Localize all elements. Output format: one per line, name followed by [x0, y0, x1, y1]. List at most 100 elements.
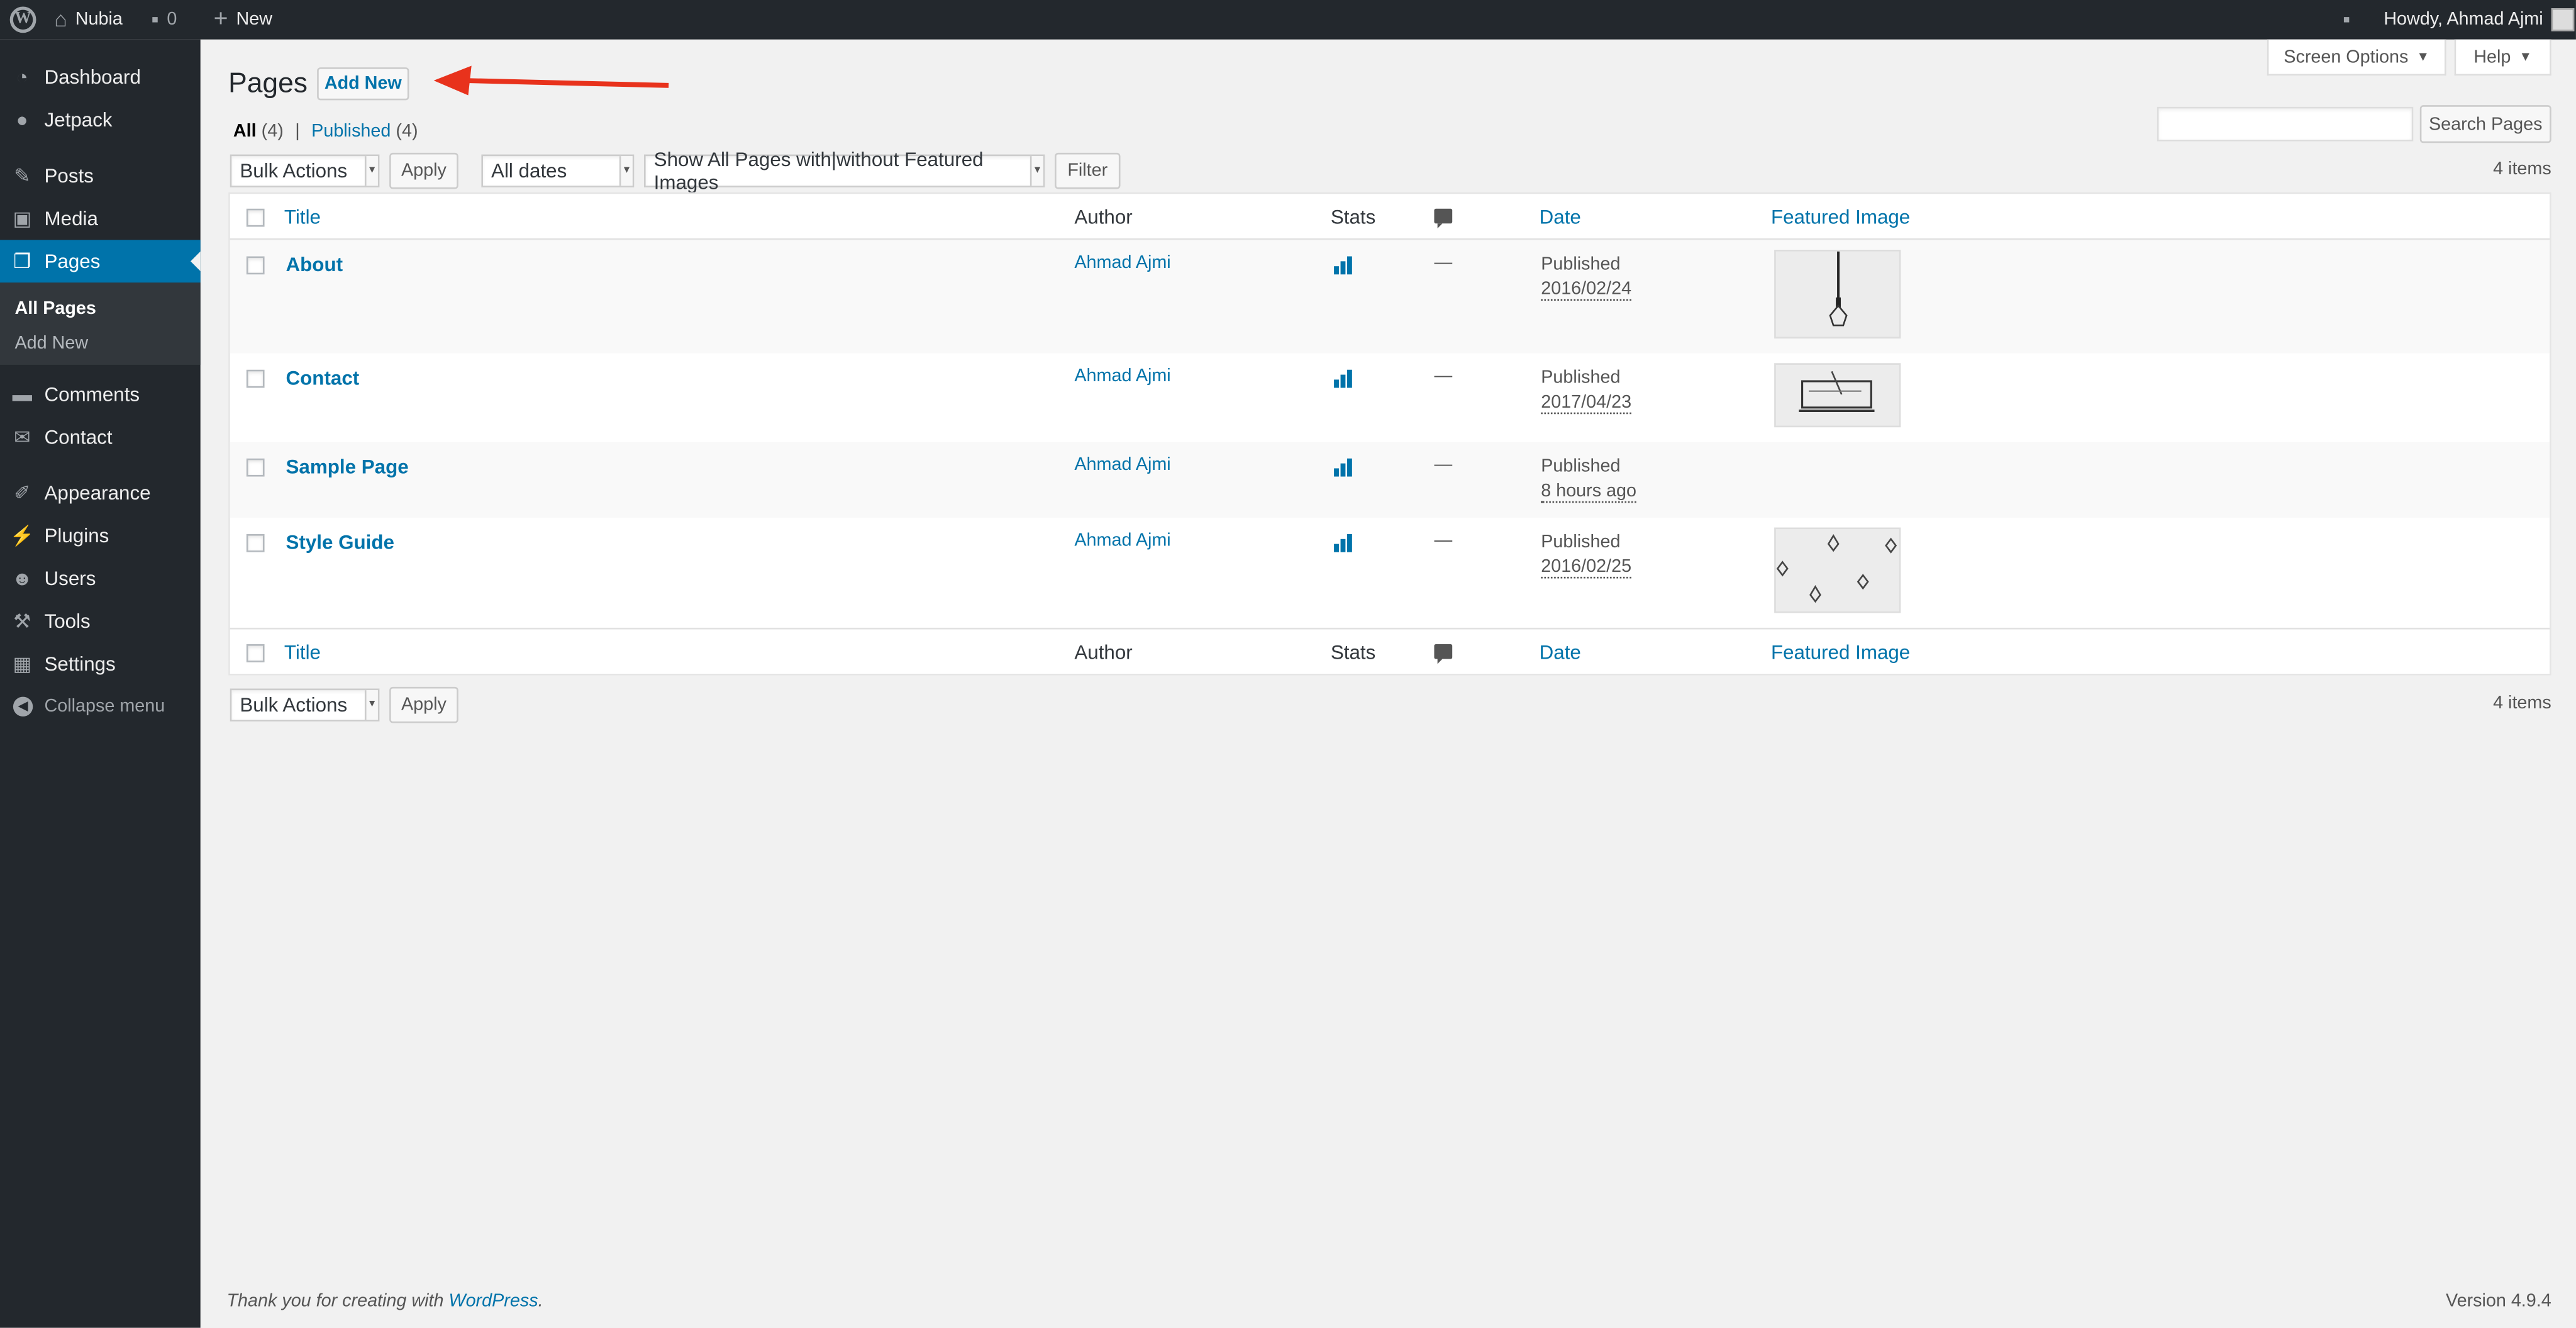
sidebar-item-contact[interactable]: ✉ Contact — [0, 416, 201, 459]
author-link[interactable]: Ahmad Ajmi — [1074, 367, 1170, 386]
sidebar-item-users[interactable]: ☻ Users — [0, 557, 201, 600]
comments-count: — — [1434, 530, 1453, 551]
column-title-sort[interactable]: Title — [284, 206, 321, 229]
comments-count: — — [1434, 253, 1453, 273]
stats-icon[interactable] — [1334, 532, 1352, 552]
notifications-button[interactable]: ▪ — [2343, 0, 2350, 40]
submenu-all-pages[interactable]: All Pages — [15, 299, 96, 318]
dates-select[interactable]: All dates ▼ — [481, 154, 635, 187]
column-date-sort[interactable]: Date — [1540, 206, 1581, 229]
filter-published-link[interactable]: Published — [311, 121, 391, 141]
bulk-actions-select-bottom[interactable]: Bulk Actions ▼ — [230, 688, 380, 722]
new-label: New — [236, 9, 273, 30]
wordpress-logo-menu[interactable]: W — [9, 0, 36, 40]
sidebar-item-comments[interactable]: ▬ Comments — [0, 373, 201, 416]
column-title-sort[interactable]: Title — [284, 641, 321, 664]
comments-count: — — [1434, 455, 1453, 475]
table-row: Contact Ahmad Ajmi — Published 2017/04/2… — [230, 354, 2550, 442]
search-input[interactable] — [2157, 106, 2414, 142]
author-link[interactable]: Ahmad Ajmi — [1074, 531, 1170, 550]
column-stats: Stats — [1330, 640, 1376, 664]
sidebar-item-settings[interactable]: ▦ Settings — [0, 642, 201, 685]
apply-button[interactable]: Apply — [389, 152, 458, 189]
bulk-actions-select[interactable]: Bulk Actions ▼ — [230, 154, 380, 187]
page-title-link[interactable]: Contact — [286, 367, 360, 390]
column-featured-image-sort[interactable]: Featured Image — [1771, 641, 1910, 664]
stats-icon[interactable] — [1334, 368, 1352, 388]
featured-image-thumbnail[interactable] — [1774, 250, 1901, 339]
sidebar-item-plugins[interactable]: ⚡ Plugins — [0, 515, 201, 557]
help-button[interactable]: Help ▼ — [2454, 39, 2551, 76]
collapse-menu-label: Collapse menu — [44, 696, 165, 717]
sidebar-item-posts[interactable]: ✎ Posts — [0, 155, 201, 198]
sidebar-item-jetpack[interactable]: ● Jetpack — [0, 99, 201, 142]
site-name-link[interactable]: ⌂ Nubia — [54, 0, 123, 40]
featured-image-filter-select[interactable]: Show All Pages with|without Featured Ima… — [643, 148, 1045, 194]
column-date-sort[interactable]: Date — [1540, 641, 1581, 664]
sidebar-item-dashboard[interactable]: ◔ Dashboard — [0, 56, 201, 99]
wrench-icon: ⚒ — [13, 610, 31, 633]
sidebar-item-pages[interactable]: ❐ Pages — [0, 240, 201, 283]
table-header: Title Author Stats Date Featured Image — [230, 194, 2550, 240]
filter-button[interactable]: Filter — [1055, 152, 1121, 189]
row-checkbox[interactable] — [246, 369, 265, 388]
pages-icon: ❐ — [13, 250, 31, 273]
table-row: Style Guide Ahmad Ajmi — Published 2016/… — [230, 518, 2550, 630]
status-text: Published — [1541, 532, 1621, 552]
column-featured-image-sort[interactable]: Featured Image — [1771, 206, 1910, 229]
items-count-top: 4 items — [2493, 159, 2551, 179]
sidebar-item-tools[interactable]: ⚒ Tools — [0, 600, 201, 642]
published-count: (4) — [396, 121, 418, 142]
footer-version: Version 4.9.4 — [2445, 1292, 2551, 1312]
sidebar-item-label: Comments — [44, 382, 140, 406]
separator: | — [295, 121, 300, 142]
row-checkbox[interactable] — [246, 256, 265, 275]
triangle-down-icon: ▼ — [2519, 49, 2533, 64]
chevron-down-icon: ▼ — [364, 156, 378, 186]
my-account-menu[interactable]: Howdy, Ahmad Ajmi — [2384, 0, 2575, 40]
stats-icon[interactable] — [1334, 255, 1352, 275]
search-pages-button[interactable]: Search Pages — [2419, 105, 2551, 143]
comments-count: 0 — [167, 9, 177, 30]
chevron-down-icon: ▼ — [1030, 156, 1043, 186]
comments-link[interactable]: ▪ 0 — [151, 0, 177, 40]
add-new-button[interactable]: Add New — [317, 67, 409, 101]
screen-options-button[interactable]: Screen Options ▼ — [2267, 39, 2446, 76]
status-filter-links: All (4) | Published (4) — [233, 121, 418, 141]
user-icon: ☻ — [11, 567, 33, 590]
annotation-arrow — [433, 65, 669, 96]
filter-all-link[interactable]: All — [233, 121, 257, 141]
author-link[interactable]: Ahmad Ajmi — [1074, 455, 1170, 475]
table-footer: Title Author Stats Date Featured Image — [230, 627, 2550, 674]
page-title-link[interactable]: Style Guide — [286, 531, 394, 554]
help-label: Help — [2473, 47, 2511, 67]
wordpress-link[interactable]: WordPress — [448, 1292, 538, 1311]
footer-thanks-text: Thank you for creating with — [226, 1292, 449, 1312]
select-all-checkbox[interactable] — [246, 208, 265, 227]
page-title-link[interactable]: About — [286, 253, 343, 276]
date-cell: Published 2017/04/23 — [1541, 367, 1632, 416]
row-checkbox[interactable] — [246, 533, 265, 552]
row-checkbox[interactable] — [246, 458, 265, 477]
screen-options-label: Screen Options — [2284, 47, 2409, 67]
comment-column-icon — [1434, 208, 1453, 229]
author-link[interactable]: Ahmad Ajmi — [1074, 253, 1170, 272]
stats-icon[interactable] — [1334, 457, 1352, 477]
column-author: Author — [1074, 205, 1133, 229]
select-all-checkbox[interactable] — [246, 644, 265, 662]
new-content-link[interactable]: + New — [214, 0, 272, 40]
submenu-add-new[interactable]: Add New — [15, 333, 89, 353]
brush-icon: ✐ — [14, 481, 31, 505]
sidebar-item-label: Settings — [44, 652, 116, 676]
sidebar-item-appearance[interactable]: ✐ Appearance — [0, 472, 201, 515]
apply-button-bottom[interactable]: Apply — [389, 686, 458, 723]
featured-image-thumbnail[interactable] — [1774, 527, 1901, 613]
dashboard-icon: ◔ — [16, 65, 28, 89]
bulk-actions-value: Bulk Actions — [240, 159, 348, 182]
footer-thanks: Thank you for creating with WordPress. — [226, 1292, 543, 1311]
page-title-link[interactable]: Sample Page — [286, 455, 409, 479]
collapse-menu-button[interactable]: ◀ Collapse menu — [0, 689, 201, 725]
chevron-down-icon: ▼ — [619, 156, 633, 186]
sidebar-item-media[interactable]: ▣ Media — [0, 197, 201, 240]
featured-image-thumbnail[interactable] — [1774, 363, 1901, 428]
